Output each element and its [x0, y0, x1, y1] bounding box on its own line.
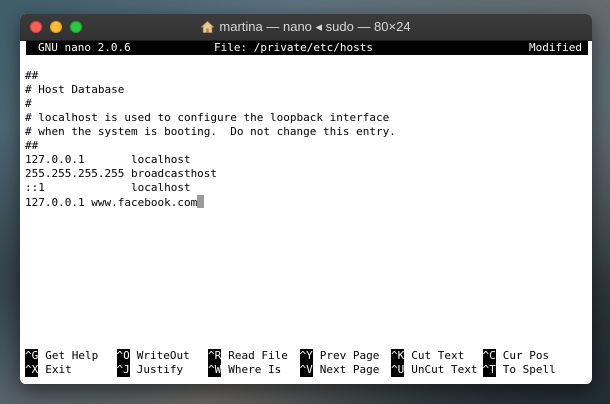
shortcut-label: Cut Text	[411, 349, 465, 362]
shortcut-row-1: ^G Get Help ^O WriteOut ^R Read File ^Y Prev…	[25, 349, 574, 363]
shortcut-key: ^G	[25, 349, 39, 363]
nano-header-bar: GNU nano 2.0.6 File: /private/etc/hosts …	[26, 41, 588, 55]
shortcut-label: To Spell	[502, 363, 556, 376]
shortcut-label: Justify	[136, 363, 184, 376]
buffer-line: 255.255.255.255 broadcasthost	[25, 167, 218, 180]
shortcut-next-page[interactable]: ^V Next Page	[299, 363, 392, 377]
shortcut-key: ^T	[482, 363, 496, 377]
shortcut-key: ^Y	[299, 349, 313, 363]
shortcut-label: UnCut Text	[411, 363, 478, 376]
current-line-text: 127.0.0.1 www.facebook.com	[25, 196, 198, 209]
shortcut-key: ^C	[482, 349, 496, 363]
shortcut-cur-pos[interactable]: ^C Cur Pos	[482, 349, 575, 363]
shortcut-prev-page[interactable]: ^Y Prev Page	[299, 349, 392, 363]
buffer-line: # Host Database	[25, 83, 125, 96]
nano-modified-status: Modified	[529, 41, 582, 54]
shortcut-label: Read File	[228, 349, 288, 362]
shortcut-key: ^U	[391, 363, 405, 377]
shortcut-where-is[interactable]: ^W Where Is	[208, 363, 300, 377]
shortcut-justify[interactable]: ^J Justify	[116, 363, 209, 377]
shortcut-label: Prev Page	[319, 349, 380, 362]
shortcut-uncut-text[interactable]: ^U UnCut Text	[391, 363, 483, 377]
window-title-group: martina — nano ◂ sudo — 80×24	[20, 14, 592, 40]
shortcut-to-spell[interactable]: ^T To Spell	[482, 363, 575, 377]
shortcut-label: Exit	[45, 363, 72, 376]
shortcut-key: ^X	[25, 363, 39, 377]
buffer-line: #	[25, 97, 32, 110]
shortcut-exit[interactable]: ^X Exit	[25, 363, 117, 377]
shortcut-label: Where Is	[228, 363, 282, 376]
buffer-line: # localhost is used to configure the loo…	[25, 111, 390, 124]
shortcut-bar: ^G Get Help ^O WriteOut ^R Read File ^Y Prev…	[25, 349, 574, 377]
shortcut-read-file[interactable]: ^R Read File	[208, 349, 300, 363]
buffer-line-current[interactable]: 127.0.0.1 www.facebook.com	[25, 195, 396, 209]
buffer-line: ##	[25, 139, 39, 152]
shortcut-row-2: ^X Exit ^J Justify ^W Where Is ^V Next Page …	[25, 363, 574, 377]
nano-version: GNU nano 2.0.6	[38, 41, 131, 54]
shortcut-get-help[interactable]: ^G Get Help	[25, 349, 117, 363]
shortcut-writeout[interactable]: ^O WriteOut	[116, 349, 209, 363]
terminal-window[interactable]: martina — nano ◂ sudo — 80×24 GNU nano 2…	[20, 14, 592, 384]
nano-file-name: File: /private/etc/hosts	[214, 41, 373, 54]
shortcut-label: Cur Pos	[502, 349, 550, 362]
shortcut-label: Get Help	[45, 349, 99, 362]
home-folder-icon	[201, 21, 215, 33]
shortcut-label: WriteOut	[136, 349, 190, 362]
shortcut-label: Next Page	[319, 363, 380, 376]
editor-buffer[interactable]: ## # Host Database # # localhost is used…	[25, 69, 396, 209]
shortcut-key: ^K	[391, 349, 405, 363]
shortcut-key: ^J	[116, 363, 130, 377]
shortcut-key: ^V	[299, 363, 313, 377]
shortcut-key: ^O	[116, 349, 130, 363]
buffer-line: # when the system is booting. Do not cha…	[25, 125, 396, 138]
shortcut-key: ^W	[208, 363, 222, 377]
window-title: martina — nano ◂ sudo — 80×24	[219, 19, 411, 34]
title-bar[interactable]: martina — nano ◂ sudo — 80×24	[20, 14, 592, 41]
buffer-line: ##	[25, 69, 39, 82]
shortcut-cut-text[interactable]: ^K Cut Text	[391, 349, 483, 363]
terminal-content[interactable]: GNU nano 2.0.6 File: /private/etc/hosts …	[20, 41, 592, 384]
buffer-line: ::1 localhost	[25, 181, 191, 194]
shortcut-key: ^R	[208, 349, 222, 363]
text-cursor	[197, 195, 205, 208]
buffer-line: 127.0.0.1 localhost	[25, 153, 191, 166]
